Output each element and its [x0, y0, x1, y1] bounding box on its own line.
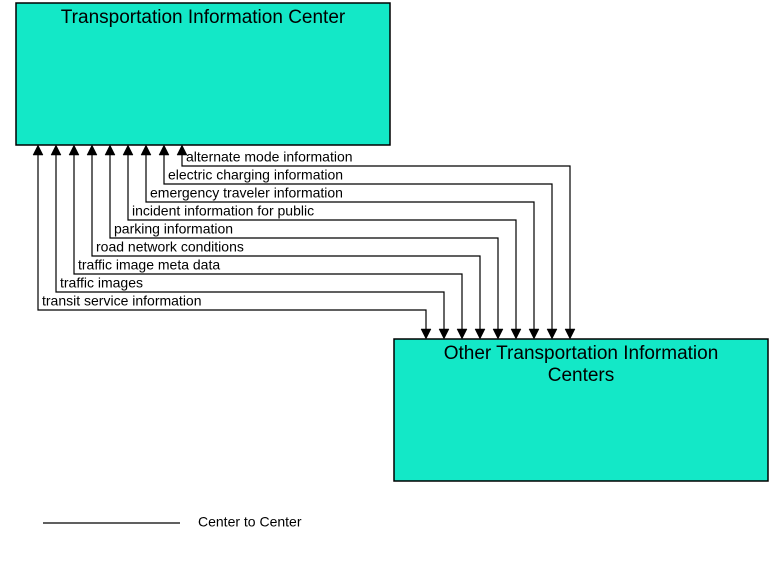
flow-label-7: electric charging information: [168, 167, 343, 183]
legend-label: Center to Center: [198, 514, 302, 530]
legend: Center to Center: [43, 514, 302, 530]
flow-label-3: road network conditions: [96, 239, 244, 255]
flow-label-0: transit service information: [42, 293, 202, 309]
flow-label-6: emergency traveler information: [150, 185, 343, 201]
box-bottom-title-line1: Other Transportation Information: [444, 343, 719, 364]
flow-label-1: traffic images: [60, 275, 143, 291]
flow-label-8: alternate mode information: [186, 149, 353, 165]
box-top-title: Transportation Information Center: [61, 7, 346, 28]
flows-group: transit service information traffic image…: [33, 145, 575, 339]
box-transportation-information-center: Transportation Information Center: [16, 3, 390, 145]
box-bottom-title-line2: Centers: [548, 365, 615, 386]
flow-diagram: Transportation Information Center Other …: [0, 0, 783, 561]
flow-label-4: parking information: [114, 221, 233, 237]
box-other-transportation-information-centers: Other Transportation Information Centers: [394, 339, 768, 481]
flow-label-2: traffic image meta data: [78, 257, 220, 273]
flow-label-5: incident information for public: [132, 203, 314, 219]
